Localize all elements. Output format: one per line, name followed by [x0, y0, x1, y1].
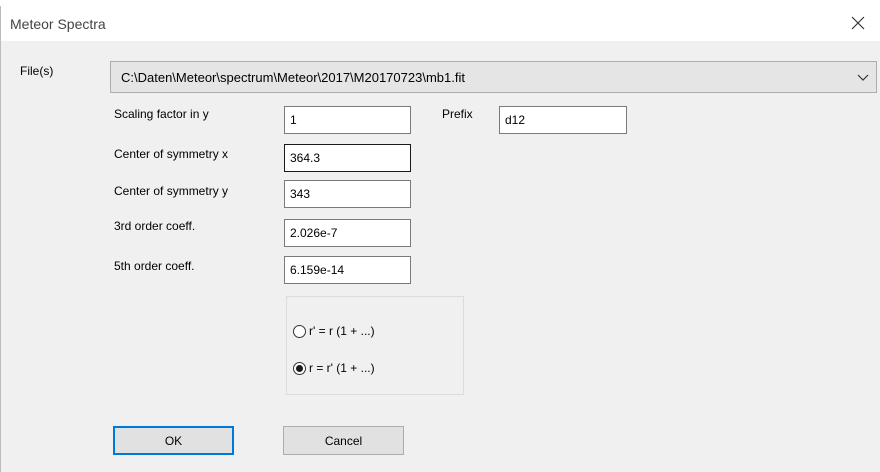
- scaling-factor-input[interactable]: 1: [284, 106, 411, 134]
- file-path: C:\Daten\Meteor\spectrum\Meteor\2017\M20…: [121, 70, 465, 85]
- chevron-down-icon: [857, 74, 869, 81]
- prefix-input[interactable]: d12: [499, 106, 627, 134]
- window-title: Meteor Spectra: [10, 16, 106, 32]
- third-order-label: 3rd order coeff.: [114, 219, 196, 233]
- files-label: File(s): [20, 64, 54, 78]
- center-y-input[interactable]: 343: [284, 180, 411, 208]
- center-x-label: Center of symmetry x: [114, 147, 229, 161]
- model-option-forward[interactable]: r' = r (1 + ...): [293, 324, 375, 338]
- radio-inverse[interactable]: [293, 361, 306, 375]
- file-select[interactable]: C:\Daten\Meteor\spectrum\Meteor\2017\M20…: [110, 61, 877, 93]
- fifth-order-label: 5th order coeff.: [114, 259, 195, 273]
- radio-forward[interactable]: [293, 324, 306, 338]
- prefix-label: Prefix: [442, 107, 473, 121]
- model-option-inverse[interactable]: r = r' (1 + ...): [293, 361, 375, 375]
- model-group: [286, 296, 464, 395]
- cancel-button[interactable]: Cancel: [283, 426, 404, 455]
- model-option-inverse-label: r = r' (1 + ...): [309, 361, 375, 375]
- third-order-input[interactable]: 2.026e-7: [284, 219, 411, 247]
- scaling-factor-label: Scaling factor in y: [114, 107, 209, 121]
- model-option-forward-label: r' = r (1 + ...): [309, 324, 375, 338]
- close-icon: [851, 16, 865, 29]
- center-y-label: Center of symmetry y: [114, 184, 229, 198]
- title-bar: Meteor Spectra: [1, 6, 880, 41]
- meteor-spectra-dialog: Meteor Spectra File(s) C:\Daten\Meteor\s…: [0, 6, 880, 472]
- center-x-input[interactable]: 364.3: [284, 144, 411, 172]
- ok-button[interactable]: OK: [113, 426, 234, 455]
- radio-selected-dot: [296, 364, 303, 372]
- fifth-order-input[interactable]: 6.159e-14: [284, 256, 411, 284]
- close-button[interactable]: [835, 6, 880, 39]
